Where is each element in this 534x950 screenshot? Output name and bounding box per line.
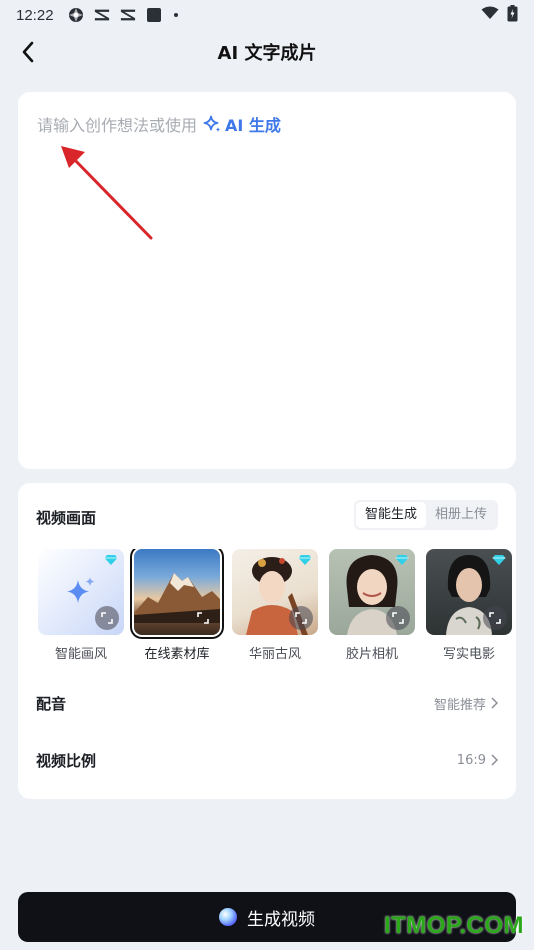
style-item-smart[interactable]: 智能画风 [38, 549, 124, 659]
prompt-placeholder-text: 请输入创作想法或使用 [37, 116, 198, 135]
page-title: AI 文字成片 [217, 43, 317, 64]
chevron-right-icon [491, 754, 498, 766]
diamond-icon [298, 555, 312, 565]
diamond-icon [104, 555, 118, 565]
style-list: 智能画风 在线素材库 华丽古风 胶片相机 写实电影 [38, 549, 516, 659]
expand-icon[interactable] [289, 606, 313, 630]
diamond-icon [395, 555, 409, 565]
battery-icon [507, 4, 518, 26]
ratio-value-text: 16:9 [456, 752, 486, 768]
prompt-placeholder: 请输入创作想法或使用 AI 生成 [37, 112, 281, 136]
style-thumbnail [232, 549, 318, 635]
video-frame-title: 视频画面 [36, 509, 97, 527]
expand-icon[interactable] [386, 606, 410, 630]
status-time: 12:22 [16, 6, 54, 24]
frame-mode-switch: 智能生成 相册上传 [353, 500, 498, 530]
watermark: ITMOP.COM [383, 912, 524, 939]
style-item-realistic-film[interactable]: 写实电影 [426, 549, 512, 659]
annotation-arrow-icon [61, 146, 153, 240]
ratio-label: 视频比例 [36, 751, 97, 770]
style-thumbnail [329, 549, 415, 635]
capcut-icon [94, 7, 110, 23]
generate-video-label: 生成视频 [247, 909, 315, 930]
style-label: 华丽古风 [248, 647, 301, 659]
dubbing-value-text: 智能推荐 [433, 697, 486, 713]
mode-smart-generate[interactable]: 智能生成 [355, 502, 426, 528]
style-item-online-library[interactable]: 在线素材库 [134, 549, 220, 659]
style-item-film-camera[interactable]: 胶片相机 [329, 549, 415, 659]
dubbing-value: 智能推荐 [434, 694, 498, 713]
wifi-icon [481, 6, 499, 24]
dot-icon [173, 13, 178, 17]
ai-generate-label: AI 生成 [225, 116, 281, 135]
chevron-right-icon [491, 697, 498, 709]
expand-icon[interactable] [191, 606, 215, 630]
capcut-icon [120, 7, 136, 23]
settings-card: 视频画面 智能生成 相册上传 智能画风 在线素材库 华丽古风 胶片相机 写实电影… [18, 483, 516, 799]
style-thumbnail [134, 549, 220, 635]
style-item-gorgeous-ancient[interactable]: 华丽古风 [232, 549, 318, 659]
dubbing-row[interactable]: 配音 智能推荐 [36, 691, 498, 715]
back-arrow-icon[interactable] [14, 38, 42, 66]
expand-icon[interactable] [483, 606, 507, 630]
style-label: 写实电影 [442, 647, 495, 659]
style-label: 在线素材库 [144, 647, 210, 659]
status-bar: 12:22 [0, 0, 534, 30]
ratio-row[interactable]: 视频比例 16:9 [36, 748, 498, 772]
square-icon [146, 7, 162, 23]
style-label: 智能画风 [54, 647, 107, 659]
sparkle-icon [67, 577, 95, 603]
system-icon [68, 7, 84, 23]
mode-album-upload[interactable]: 相册上传 [426, 502, 496, 528]
style-thumbnail [38, 549, 124, 635]
style-label: 胶片相机 [345, 647, 398, 659]
ratio-value: 16:9 [457, 753, 498, 768]
sparkle-icon [203, 115, 221, 132]
style-thumbnail [426, 549, 512, 635]
diamond-icon [492, 555, 506, 565]
orb-icon [219, 908, 237, 926]
expand-icon[interactable] [95, 606, 119, 630]
dubbing-label: 配音 [36, 694, 67, 713]
nav-bar: AI 文字成片 [0, 30, 534, 74]
ai-generate-button[interactable]: AI 生成 [203, 112, 281, 136]
